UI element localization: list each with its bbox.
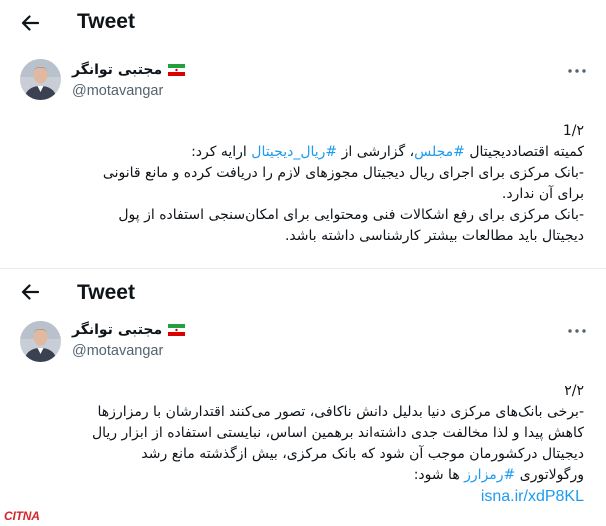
watermark-text: CITNA — [4, 509, 40, 523]
more-dots-icon — [568, 329, 586, 333]
tweet-body: -برخی بانک‌های مرکزی دنیا بدلیل دانش ناک… — [91, 404, 584, 462]
tweet-url-link[interactable]: isna.ir/xdP8KL — [481, 486, 584, 507]
tweet-text: 1/۲ کمیته اقتصاددیجیتال #مجلس، گزارشی از… — [86, 121, 584, 247]
iran-flag-icon — [168, 64, 186, 76]
hashtag-link[interactable]: #ریال_دیجیتال — [251, 144, 337, 160]
back-arrow-icon — [21, 15, 39, 31]
avatar[interactable] — [20, 59, 61, 100]
tweet-line-3: -بانک مرکزی برای رفع اشکالات فنی ومحتوای… — [118, 207, 584, 244]
more-options-button[interactable] — [566, 64, 588, 78]
tweet-panel-1: Tweet مجتبی توانگر @motavangar 1/۲ کمیته… — [0, 0, 606, 268]
more-options-button[interactable] — [566, 324, 588, 338]
tweet-text: ۲/۲ -برخی بانک‌های مرکزی دنیا بدلیل دانش… — [86, 381, 584, 508]
thread-number: 1/۲ — [562, 123, 584, 139]
author-display-name[interactable]: مجتبی توانگر — [72, 322, 162, 338]
thread-number: ۲/۲ — [564, 383, 584, 399]
page-title: Tweet — [77, 281, 135, 304]
back-button[interactable] — [14, 8, 46, 38]
page-title: Tweet — [77, 10, 135, 33]
tweet-last-line: ورگولاتوری #رمزارز ها شود: — [413, 467, 584, 483]
tweet-panel-2: Tweet مجتبی توانگر @motavangar ۲/۲ -برخی… — [0, 268, 606, 526]
avatar[interactable] — [20, 321, 61, 362]
more-dots-icon — [568, 69, 586, 73]
author-name-row: مجتبی توانگر — [72, 62, 186, 78]
tweet-line-2: -بانک مرکزی برای اجرای ریال دیجیتال مجوز… — [102, 165, 584, 202]
tweet-line-1: کمیته اقتصاددیجیتال #مجلس، گزارشی از #ری… — [191, 144, 584, 160]
author-display-name[interactable]: مجتبی توانگر — [72, 62, 162, 78]
hashtag-link[interactable]: #مجلس — [414, 144, 465, 160]
tweet-header: Tweet — [0, 0, 606, 46]
back-button[interactable] — [14, 277, 46, 307]
citna-watermark-logo: CITNA — [0, 506, 48, 526]
tweet-header: Tweet — [0, 269, 606, 315]
hashtag-link[interactable]: #رمزارز — [464, 467, 515, 483]
author-handle[interactable]: @motavangar — [72, 343, 163, 359]
tweet-link-line: isna.ir/xdP8KL — [86, 486, 584, 508]
author-handle[interactable]: @motavangar — [72, 83, 163, 99]
back-arrow-icon — [21, 284, 39, 300]
author-name-row: مجتبی توانگر — [72, 322, 186, 338]
iran-flag-icon — [168, 324, 186, 336]
